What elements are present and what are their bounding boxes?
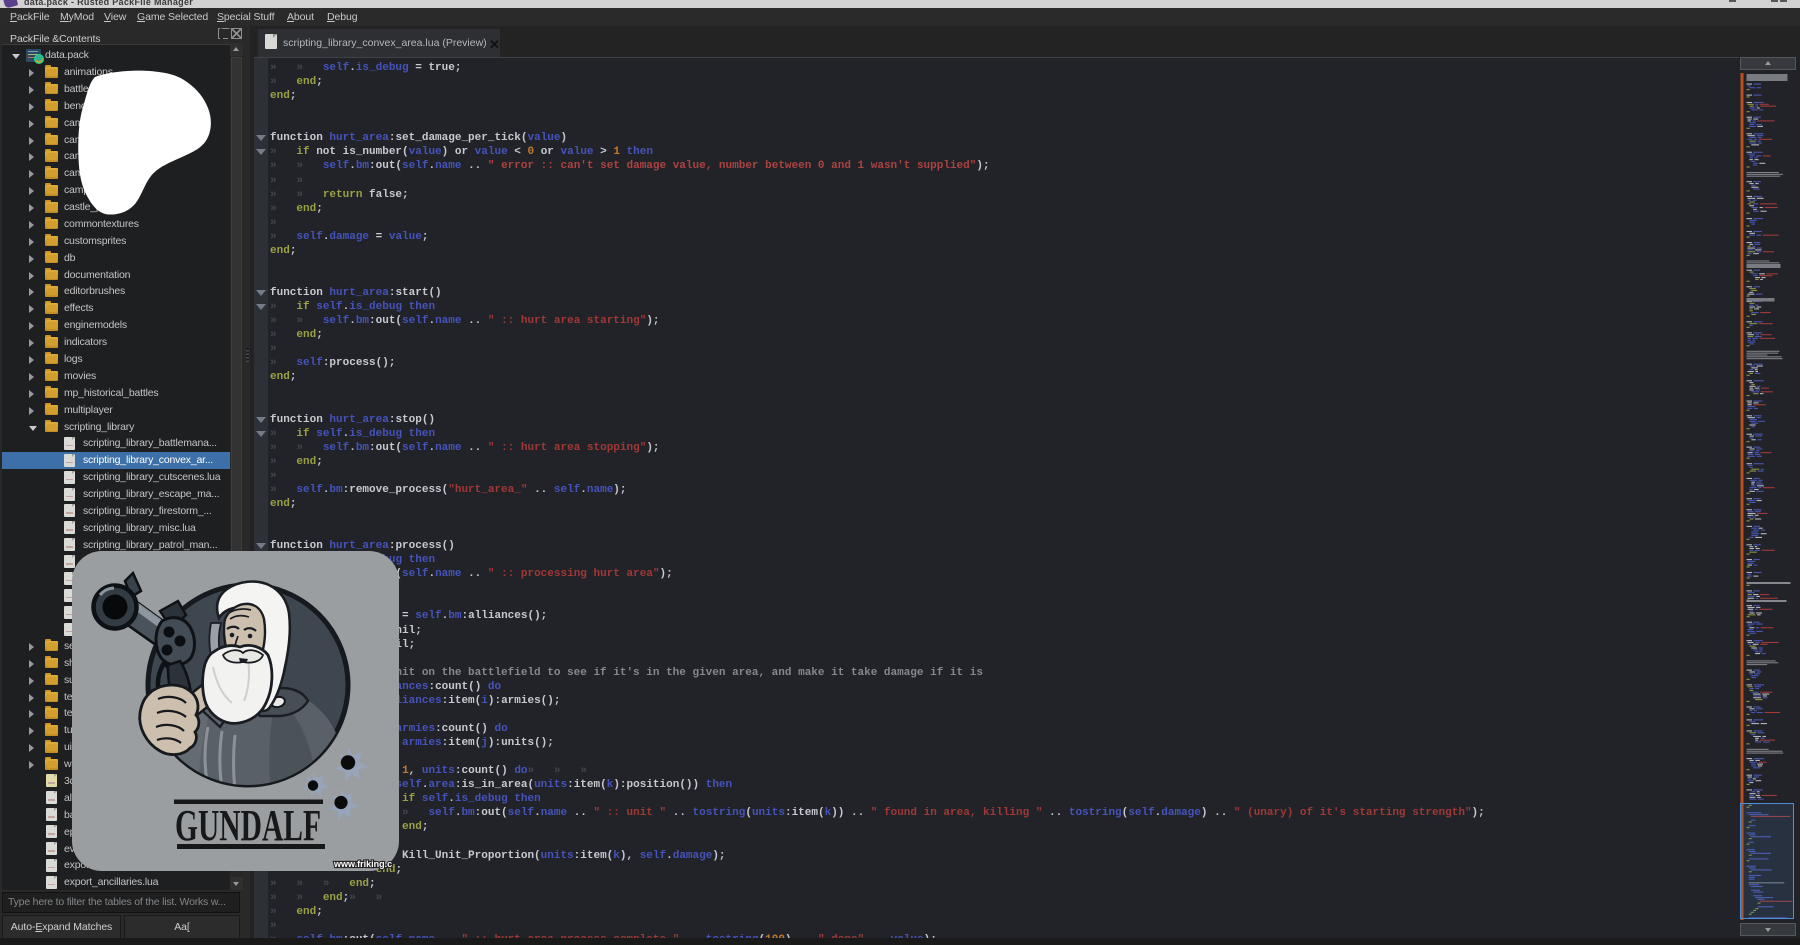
svg-text:GUNDALF: GUNDALF bbox=[175, 801, 321, 850]
svg-text:www.friking.c: www.friking.c bbox=[333, 859, 392, 869]
